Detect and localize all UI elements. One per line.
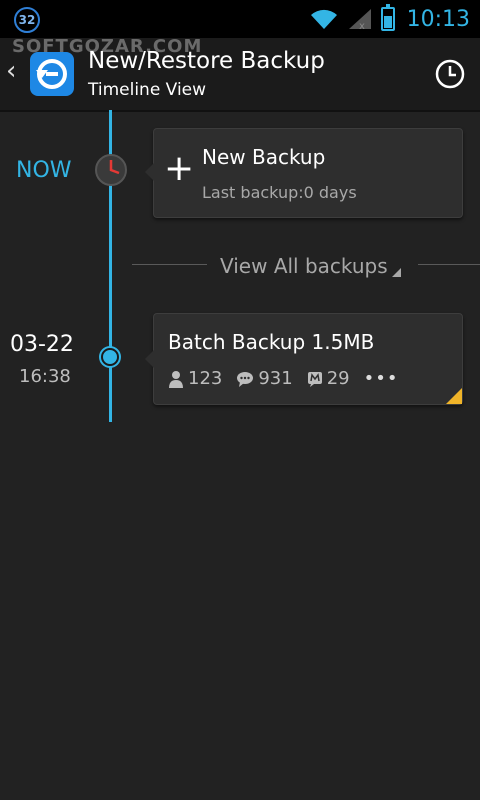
- dropdown-corner-icon: [392, 268, 401, 277]
- backup-entry-card[interactable]: Batch Backup 1.5MB 123 931 29 •••: [145, 313, 463, 405]
- battery-icon: [380, 4, 395, 31]
- divider-left: [132, 264, 207, 265]
- call-log-stat: 29: [307, 368, 350, 389]
- clock-marker-icon: [95, 154, 127, 186]
- card-pointer: [145, 350, 154, 368]
- signal-icon: x: [348, 9, 371, 31]
- status-bar: 32 x 10:13: [0, 0, 480, 38]
- backup-restore-icon[interactable]: [30, 52, 74, 96]
- status-time: 10:13: [406, 6, 470, 32]
- new-backup-title: New Backup: [202, 145, 326, 169]
- divider-right: [418, 264, 480, 265]
- contacts-count: 123: [188, 368, 223, 389]
- action-bar: SOFTGOZAR.COM ‹ New/Restore Backup Timel…: [0, 36, 480, 112]
- battery-level: [383, 16, 392, 28]
- now-label: NOW: [16, 158, 72, 183]
- card-pointer: [145, 163, 154, 181]
- last-backup-text: Last backup:0 days: [202, 183, 357, 202]
- entry-time: 16:38: [19, 366, 71, 387]
- corner-marker: [446, 388, 462, 404]
- status-icons: x 10:13: [309, 0, 470, 38]
- timeline-dot: [101, 348, 119, 366]
- entry-date: 03-22: [10, 332, 74, 357]
- svg-text:x: x: [359, 21, 365, 31]
- chat-bubble-icon: [237, 371, 254, 387]
- backup-entry-title: Batch Backup 1.5MB: [168, 330, 375, 354]
- call-log-icon: [307, 371, 322, 387]
- plus-icon: +: [164, 148, 195, 189]
- chevron-left-icon[interactable]: ‹: [6, 58, 16, 84]
- backup-stats: 123 931 29 •••: [168, 368, 398, 389]
- page-subtitle: Timeline View: [88, 80, 207, 100]
- clock-icon[interactable]: [434, 58, 466, 90]
- contacts-stat: 123: [168, 368, 222, 389]
- more-icon[interactable]: •••: [364, 368, 399, 389]
- notification-count-badge: 32: [14, 7, 40, 33]
- call-log-count: 29: [326, 368, 350, 389]
- person-icon: [169, 370, 183, 388]
- new-backup-card[interactable]: + New Backup Last backup:0 days: [145, 128, 463, 218]
- messages-stat: 931: [236, 368, 293, 389]
- wifi-icon: [310, 9, 337, 29]
- page-title: New/Restore Backup: [88, 48, 325, 74]
- view-all-backups-link[interactable]: View All backups: [220, 254, 388, 278]
- messages-count: 931: [258, 368, 293, 389]
